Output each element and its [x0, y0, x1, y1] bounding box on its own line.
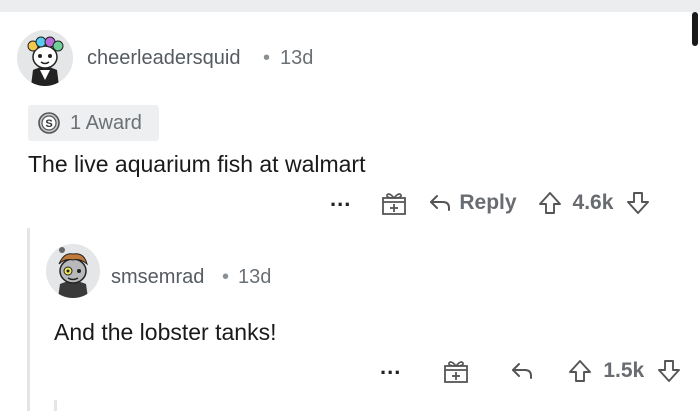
comment-body: The live aquarium fish at walmart [28, 151, 366, 177]
reply-button[interactable]: Reply [459, 191, 516, 215]
more-options-button[interactable]: ... [380, 356, 401, 378]
give-award-icon[interactable] [381, 190, 407, 216]
svg-text:S: S [45, 118, 52, 130]
meta-separator: • [263, 47, 271, 69]
thread-line[interactable] [27, 228, 30, 411]
nested-thread-line[interactable] [54, 400, 57, 411]
reply-arrow-icon[interactable] [427, 190, 453, 216]
reply-actions: ... 1.5k [380, 355, 682, 387]
vote-score: 1.5k [603, 359, 645, 382]
avatar[interactable] [17, 30, 73, 86]
award-badge[interactable]: S 1 Award [28, 105, 159, 141]
reply-author[interactable]: smsemrad [111, 266, 204, 289]
upvote-icon[interactable] [537, 190, 563, 216]
reply-body: And the lobster tanks! [54, 319, 277, 345]
upvote-icon[interactable] [567, 358, 593, 384]
give-award-icon[interactable] [443, 358, 469, 384]
top-bar [0, 0, 700, 12]
downvote-icon[interactable] [625, 190, 651, 216]
comment-timestamp[interactable]: 13d [280, 47, 313, 70]
award-count: 1 Award [70, 111, 142, 134]
reply-timestamp[interactable]: 13d [238, 266, 271, 289]
comment-actions: ... Reply 4.6k [330, 187, 651, 219]
comment-author[interactable]: cheerleadersquid [87, 47, 240, 70]
scrollbar[interactable] [692, 12, 698, 46]
more-options-button[interactable]: ... [330, 188, 351, 210]
avatar[interactable] [46, 244, 100, 298]
award-icon: S [38, 112, 60, 134]
downvote-icon[interactable] [656, 358, 682, 384]
reply-arrow-icon[interactable] [509, 358, 535, 384]
vote-score: 4.6k [572, 191, 614, 214]
meta-separator: • [222, 266, 230, 288]
